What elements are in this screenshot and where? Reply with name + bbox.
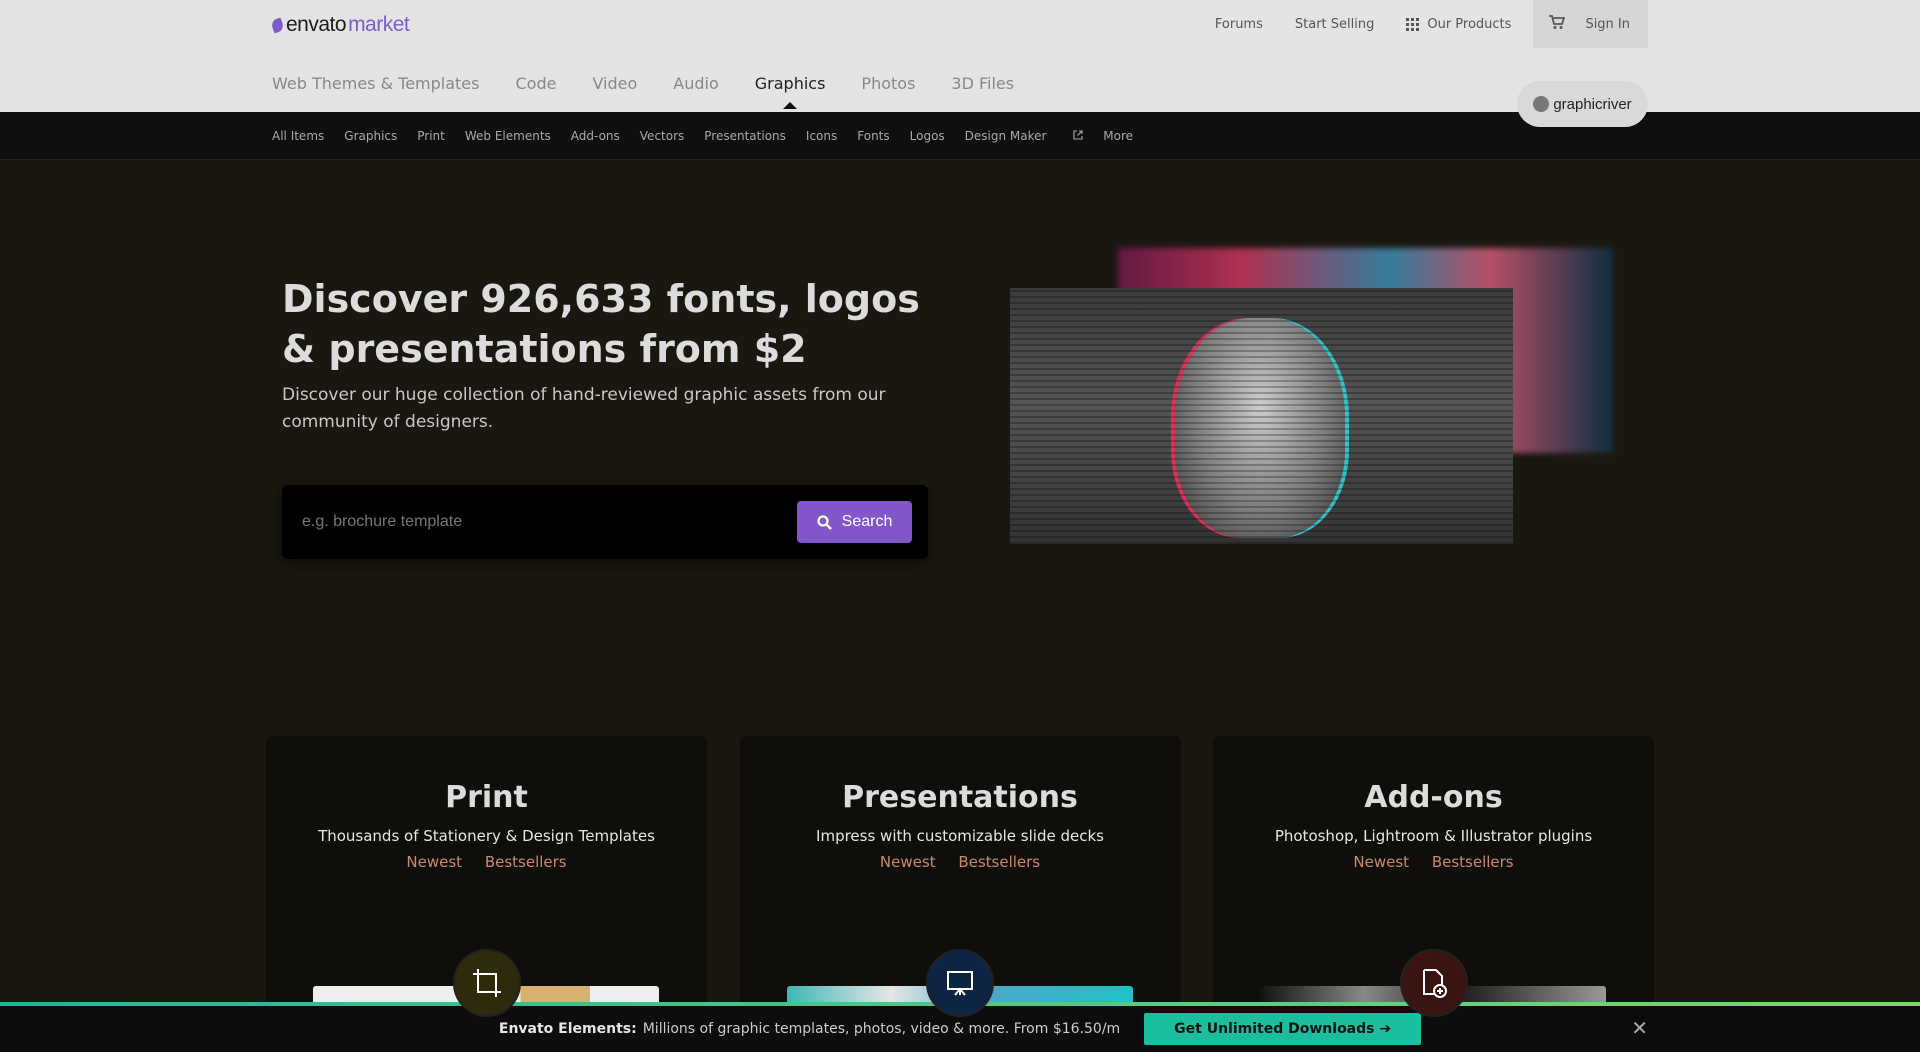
top-links: Forums Start Selling Our Products Sign I… — [1183, 0, 1648, 48]
search-button[interactable]: Search — [797, 501, 912, 543]
hero-subtitle: Discover our huge collection of hand-rev… — [282, 385, 886, 432]
logo-market-text: market — [348, 13, 410, 36]
external-link-icon — [1073, 129, 1083, 140]
card-links: Newest Bestsellers — [1213, 853, 1654, 871]
subnav-add-ons[interactable]: Add-ons — [571, 129, 620, 143]
presentation-icon — [926, 949, 994, 1017]
cart-signin-area: Sign In — [1533, 0, 1648, 48]
category-video[interactable]: Video — [592, 74, 637, 93]
envato-market-logo[interactable]: envato market — [270, 13, 410, 37]
graphicriver-label: graphicriver — [1553, 95, 1632, 113]
subnav-vectors[interactable]: Vectors — [640, 129, 685, 143]
subnav-more[interactable]: More — [1103, 129, 1133, 143]
hero-artwork — [1010, 240, 1630, 550]
sign-in-link[interactable]: Sign In — [1585, 17, 1630, 32]
our-products-label: Our Products — [1427, 16, 1512, 32]
subnav-presentations[interactable]: Presentations — [704, 129, 786, 143]
subnav-print[interactable]: Print — [417, 129, 445, 143]
card-title: Presentations — [842, 780, 1078, 815]
graphicriver-badge[interactable]: graphicriver — [1517, 81, 1648, 127]
search-button-label: Search — [841, 513, 893, 530]
subnav-web-elements[interactable]: Web Elements — [465, 129, 551, 143]
file-add-icon — [1399, 949, 1468, 1017]
category-cards: Print Thousands of Stationery & Design T… — [266, 736, 1654, 1052]
hero-title: Discover 926,633 fonts, logos & presenta… — [282, 277, 920, 371]
category-nav: Web Themes & Templates Code Video Audio … — [272, 74, 1050, 109]
cart-icon[interactable] — [1549, 14, 1566, 34]
close-icon[interactable]: ✕ — [1631, 1016, 1648, 1040]
search-input[interactable] — [302, 509, 742, 535]
newest-link[interactable]: Newest — [1353, 853, 1409, 871]
apps-grid-icon — [1406, 17, 1420, 31]
bestsellers-link[interactable]: Bestsellers — [485, 853, 567, 871]
subnav-all-items[interactable]: All Items — [272, 129, 324, 143]
newest-link[interactable]: Newest — [880, 853, 936, 871]
bestsellers-link[interactable]: Bestsellers — [958, 853, 1040, 871]
get-unlimited-downloads-button[interactable]: Get Unlimited Downloads ➔ — [1144, 1013, 1422, 1045]
category-photos[interactable]: Photos — [861, 74, 915, 93]
card-description: Photoshop, Lightroom & Illustrator plugi… — [1274, 827, 1593, 845]
subnav-logos[interactable]: Logos — [910, 129, 945, 143]
search-icon — [817, 514, 832, 530]
newest-link[interactable]: Newest — [406, 853, 462, 871]
subnav-fonts[interactable]: Fonts — [857, 129, 889, 143]
subnav-design-maker[interactable]: Design Maker — [965, 129, 1084, 143]
category-audio[interactable]: Audio — [673, 74, 718, 93]
card-links: Newest Bestsellers — [266, 853, 707, 871]
card-description: Thousands of Stationery & Design Templat… — [318, 827, 655, 845]
banner-text: Millions of graphic templates, photos, v… — [642, 1021, 1121, 1037]
logo-envato-text: envato — [286, 13, 347, 36]
graphicriver-logo-icon — [1533, 96, 1550, 112]
card-description: Impress with customizable slide decks — [816, 827, 1104, 845]
subnav-graphics[interactable]: Graphics — [344, 129, 397, 143]
start-selling-link[interactable]: Start Selling — [1295, 17, 1374, 32]
forums-link[interactable]: Forums — [1215, 17, 1263, 32]
category-code[interactable]: Code — [515, 74, 556, 93]
crop-icon — [452, 949, 521, 1017]
envato-leaf-icon — [270, 17, 285, 33]
card-title: Print — [445, 780, 528, 815]
subnav-icons[interactable]: Icons — [806, 129, 837, 143]
category-web-themes[interactable]: Web Themes & Templates — [272, 74, 479, 93]
hero-artwork-glitch-portrait — [1010, 288, 1513, 544]
category-3d-files[interactable]: 3D Files — [951, 74, 1014, 93]
card-title: Add-ons — [1364, 780, 1503, 815]
design-maker-label: Design Maker — [964, 128, 1047, 143]
category-graphics[interactable]: Graphics — [755, 74, 825, 109]
banner-brand: Envato Elements: — [498, 1021, 637, 1037]
card-links: Newest Bestsellers — [740, 853, 1181, 871]
search-form: Search — [282, 485, 928, 559]
glitch-lines — [1010, 288, 1513, 544]
our-products-link[interactable]: Our Products — [1406, 17, 1511, 32]
bestsellers-link[interactable]: Bestsellers — [1432, 853, 1514, 871]
